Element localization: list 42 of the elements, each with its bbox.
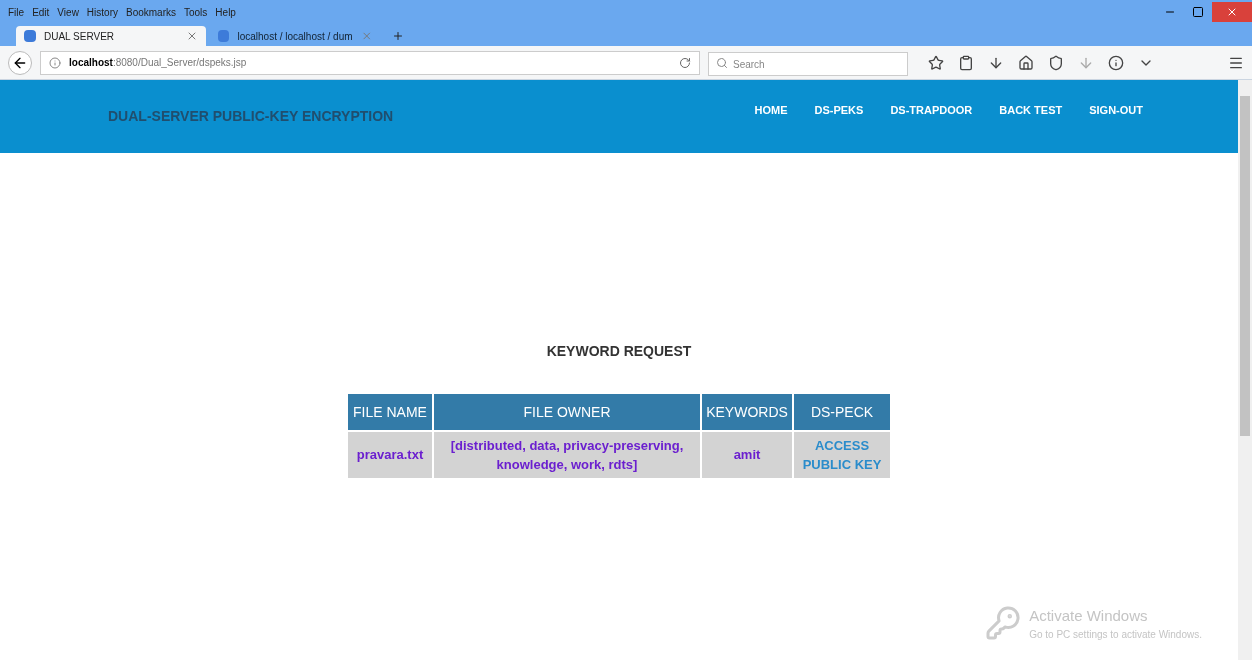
browser-tab[interactable]: DUAL SERVER: [16, 26, 206, 46]
reload-icon[interactable]: [679, 56, 691, 69]
menu-item[interactable]: Edit: [32, 4, 50, 20]
nav-link[interactable]: HOME: [754, 102, 788, 119]
address-text[interactable]: localhost:8080/Dual_Server/dspeks.jsp: [69, 55, 247, 70]
clipboard-icon[interactable]: [958, 54, 974, 71]
column-header: KEYWORDS: [702, 394, 792, 430]
key-icon: [985, 605, 1022, 642]
shield-icon[interactable]: [1048, 54, 1064, 71]
activation-title: Activate Windows: [1029, 605, 1149, 626]
nav-link[interactable]: DS-PEKS: [814, 102, 864, 119]
menu-item[interactable]: Tools: [184, 4, 208, 20]
menu-item[interactable]: File: [8, 4, 25, 20]
menu-item[interactable]: Bookmarks: [126, 4, 176, 20]
column-header: DS-PECK: [794, 394, 890, 430]
nav-link[interactable]: DS-TRAPDOOR: [890, 102, 973, 119]
page-icon: [24, 30, 36, 42]
site-title: DUAL-SERVER PUBLIC-KEY ENCRYPTION: [108, 107, 394, 126]
menu-item[interactable]: History: [86, 4, 118, 20]
table-cell: amit: [702, 432, 792, 478]
nav-link[interactable]: SIGN-OUT: [1089, 102, 1143, 119]
page-icon: [218, 30, 230, 42]
new-tab-icon[interactable]: [392, 30, 404, 42]
menu-item[interactable]: Help: [215, 4, 236, 20]
column-header: FILE NAME: [348, 394, 432, 430]
column-header: FILE OWNER: [434, 394, 700, 430]
search-icon: [716, 56, 728, 69]
search-field[interactable]: Search: [708, 52, 908, 76]
info-icon[interactable]: [1108, 54, 1124, 71]
close-icon[interactable]: [186, 30, 198, 42]
home-icon[interactable]: [1018, 54, 1034, 71]
maximize-icon[interactable]: [1192, 6, 1204, 18]
menu-item[interactable]: View: [57, 4, 79, 20]
browser-tab[interactable]: localhost / localhost / dum: [210, 26, 380, 46]
bookmark-icon[interactable]: [928, 54, 944, 71]
scrollbar[interactable]: [1238, 80, 1252, 660]
close-icon[interactable]: [1226, 6, 1238, 18]
table-cell: [distributed, data, privacy-preserving, knowledge, work, rdts]: [434, 432, 700, 478]
table-cell: pravara.txt: [348, 432, 432, 478]
nav-link[interactable]: BACK TEST: [999, 102, 1063, 119]
page-heading: KEYWORD REQUEST: [546, 342, 692, 361]
activation-text: Go to PC settings to activate Windows.: [1029, 628, 1202, 642]
